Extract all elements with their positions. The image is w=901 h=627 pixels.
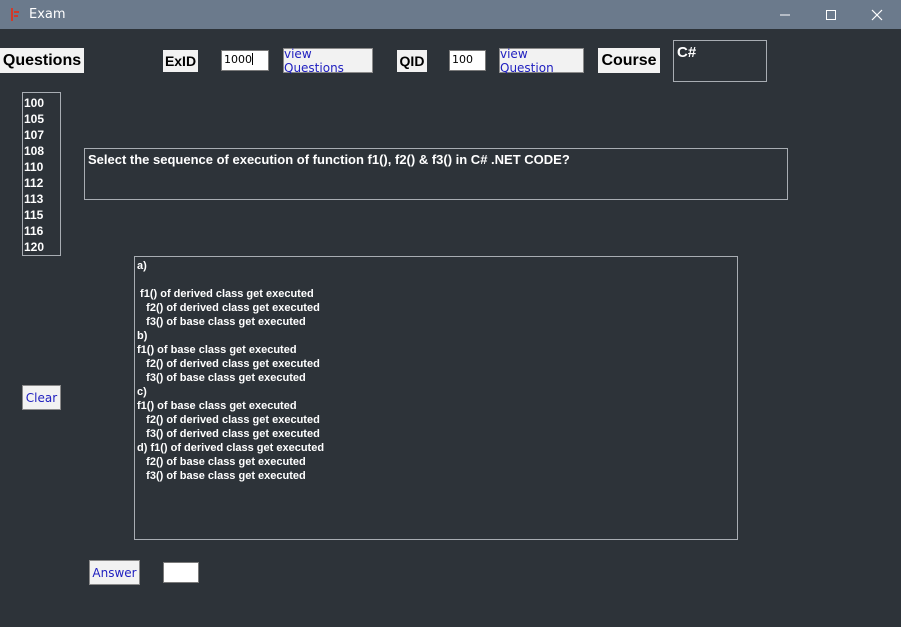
- window-title: Exam: [29, 7, 66, 22]
- course-value: C#: [673, 40, 767, 82]
- answer-line: f3() of base class get executed: [137, 470, 306, 482]
- list-item[interactable]: 116: [23, 223, 60, 239]
- close-icon: [871, 9, 883, 20]
- view-question-button[interactable]: view Question: [499, 47, 584, 75]
- view-questions-button[interactable]: view Questions: [283, 47, 373, 75]
- answer-line: b): [137, 330, 148, 342]
- course-label: Course: [598, 48, 660, 73]
- text-cursor: [252, 53, 253, 65]
- list-item[interactable]: 105: [23, 111, 60, 127]
- questions-label: Questions: [0, 48, 84, 73]
- list-item[interactable]: 107: [23, 127, 60, 143]
- question-listbox[interactable]: 100 105 107 108 110 112 113 115 116 120: [22, 92, 61, 256]
- question-text: Select the sequence of execution of func…: [84, 148, 788, 200]
- minimize-button[interactable]: [762, 0, 808, 29]
- list-item[interactable]: 120: [23, 239, 60, 255]
- answer-input[interactable]: [163, 562, 199, 583]
- answer-line: f2() of derived class get executed: [137, 414, 320, 426]
- maximize-icon: [826, 9, 836, 20]
- list-item[interactable]: 113: [23, 191, 60, 207]
- list-item[interactable]: 108: [23, 143, 60, 159]
- list-item[interactable]: 110: [23, 159, 60, 175]
- list-item[interactable]: 112: [23, 175, 60, 191]
- clear-button[interactable]: Clear: [22, 385, 61, 410]
- answer-line: f1() of base class get executed: [137, 400, 297, 412]
- qid-input[interactable]: 100: [449, 50, 486, 71]
- title-bar[interactable]: Exam: [0, 0, 901, 29]
- answer-button[interactable]: Answer: [89, 560, 140, 585]
- maximize-button[interactable]: [808, 0, 854, 29]
- exid-input[interactable]: 1000: [221, 50, 269, 71]
- answer-line: f1() of derived class get executed: [137, 288, 314, 300]
- answer-line: f3() of derived class get executed: [137, 428, 320, 440]
- answer-line: [137, 273, 737, 287]
- answers-box: a) f1() of derived class get executed f2…: [134, 256, 738, 540]
- answer-line: d) f1() of derived class get executed: [137, 442, 325, 454]
- exid-label: ExID: [163, 50, 198, 72]
- close-button[interactable]: [854, 0, 900, 29]
- list-item[interactable]: 100: [23, 95, 60, 111]
- minimize-icon: [780, 14, 790, 15]
- answer-line: c): [137, 386, 147, 398]
- answer-line: f1() of base class get executed: [137, 344, 297, 356]
- answer-line: f2() of base class get executed: [137, 456, 306, 468]
- exid-input-value: 1000: [224, 53, 252, 66]
- answer-line: a): [137, 260, 147, 272]
- answer-line: f3() of base class get executed: [137, 372, 306, 384]
- list-item[interactable]: 115: [23, 207, 60, 223]
- app-icon: [11, 8, 19, 21]
- answer-line: f2() of derived class get executed: [137, 302, 320, 314]
- answer-line: f3() of base class get executed: [137, 316, 306, 328]
- answer-line: f2() of derived class get executed: [137, 358, 320, 370]
- qid-label: QID: [397, 50, 427, 72]
